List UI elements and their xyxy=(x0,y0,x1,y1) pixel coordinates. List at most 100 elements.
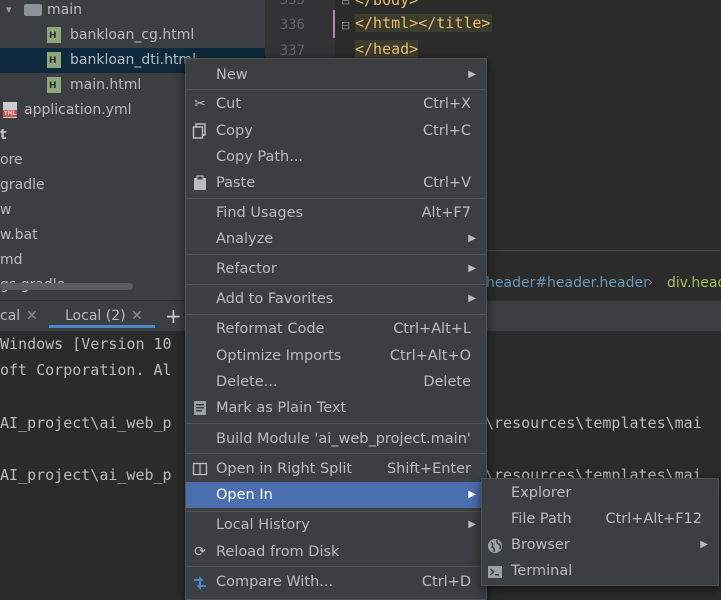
menu-item-analyze[interactable]: Analyze ▶ xyxy=(186,226,486,252)
submenu-item-explorer[interactable]: Explorer xyxy=(482,480,718,506)
menu-item-open-in[interactable]: Open In ▶ xyxy=(186,482,486,508)
menu-item-label: Reformat Code xyxy=(216,321,325,337)
menu-item-shortcut: Ctrl+C xyxy=(422,123,471,139)
tree-item-label: w xyxy=(0,202,12,218)
menu-item-new[interactable]: New ▶ xyxy=(186,62,486,88)
html-file-icon xyxy=(47,52,61,68)
menu-item-label: Build Module 'ai_web_project.main' xyxy=(216,431,471,447)
add-terminal-button[interactable]: + xyxy=(165,301,182,331)
tree-item-label: gradle xyxy=(0,177,45,193)
menu-separator xyxy=(186,423,486,424)
menu-item-compare-with[interactable]: Compare With... Ctrl+D xyxy=(186,569,486,595)
menu-item-label: Compare With... xyxy=(216,574,334,590)
menu-item-label: Local History xyxy=(216,517,310,533)
menu-item-label: Open In xyxy=(216,487,273,503)
folder-icon xyxy=(24,4,42,16)
plain-text-icon xyxy=(192,400,208,416)
menu-item-copy[interactable]: Copy Ctrl+C xyxy=(186,118,486,144)
submenu-item-file-path[interactable]: File Path Ctrl+Alt+F12 xyxy=(482,506,718,532)
menu-item-label: Terminal xyxy=(511,563,573,579)
menu-item-label: Copy Path... xyxy=(216,149,304,165)
tree-item-main-folder[interactable]: ▾ main xyxy=(0,0,265,23)
tab-label: Local (2) xyxy=(65,308,126,324)
submenu-item-terminal[interactable]: Terminal xyxy=(482,558,718,584)
menu-item-shortcut: Ctrl+Alt+O xyxy=(389,348,471,364)
code-line[interactable]: </body> xyxy=(355,0,418,9)
menu-item-label: Reload from Disk xyxy=(216,544,340,560)
submenu-arrow-icon: ▶ xyxy=(700,539,708,550)
breadcrumb-separator-icon: › xyxy=(648,275,653,289)
menu-item-label: Browser xyxy=(511,537,570,553)
compare-icon xyxy=(192,574,208,590)
menu-item-delete[interactable]: Delete... Delete xyxy=(186,369,486,395)
menu-item-build-module[interactable]: Build Module 'ai_web_project.main' xyxy=(186,426,486,452)
terminal-tab-active[interactable]: Local (2) ✕ xyxy=(49,301,155,328)
menu-item-label: Refactor xyxy=(216,261,277,277)
menu-item-label: Optimize Imports xyxy=(216,348,342,364)
fold-icon[interactable]: ⊟ xyxy=(341,19,350,32)
tree-item-label: application.yml xyxy=(24,102,132,118)
tree-item-label: w.bat xyxy=(0,227,38,243)
tab-label: cal xyxy=(0,308,21,324)
menu-item-reload-from-disk[interactable]: ⟳ Reload from Disk xyxy=(186,539,486,565)
menu-separator xyxy=(186,566,486,567)
submenu-arrow-icon: ▶ xyxy=(468,69,476,80)
menu-item-open-in-right-split[interactable]: Open in Right Split Shift+Enter xyxy=(186,456,486,482)
menu-item-local-history[interactable]: Local History ▶ xyxy=(186,512,486,538)
code-line[interactable]: </head> xyxy=(355,40,419,58)
terminal-line: Windows [Version 10 xyxy=(0,335,172,353)
menu-separator xyxy=(186,89,486,90)
chevron-down-icon[interactable]: ▾ xyxy=(6,0,12,22)
menu-item-label: Find Usages xyxy=(216,205,304,221)
menu-item-refactor[interactable]: Refactor ▶ xyxy=(186,256,486,282)
menu-item-label: Explorer xyxy=(511,485,572,501)
breadcrumb-item[interactable]: header#header.header xyxy=(486,275,649,291)
menu-item-shortcut: Ctrl+X xyxy=(423,96,471,112)
terminal-line: oft Corporation. Al xyxy=(0,361,172,379)
menu-separator xyxy=(186,453,486,454)
menu-item-reformat-code[interactable]: Reformat Code Ctrl+Alt+L xyxy=(186,316,486,342)
line-number: 337 xyxy=(279,43,305,59)
menu-separator xyxy=(186,284,486,285)
context-menu: New ▶ ✂ Cut Ctrl+X Copy Ctrl+C Copy Path… xyxy=(185,58,487,600)
change-marker xyxy=(333,10,335,38)
code-line[interactable]: </html></title> xyxy=(355,14,493,32)
terminal-line: \resources\templates\mai xyxy=(485,414,702,432)
submenu-arrow-icon: ▶ xyxy=(468,489,476,500)
menu-item-shortcut: Ctrl+Alt+L xyxy=(393,321,471,337)
terminal-icon xyxy=(487,563,503,579)
breadcrumb-item[interactable]: div.head xyxy=(667,275,721,291)
close-icon[interactable]: ✕ xyxy=(131,301,143,331)
menu-item-copy-path[interactable]: Copy Path... xyxy=(186,144,486,170)
fold-icon[interactable]: ⊟ xyxy=(341,0,350,7)
menu-item-add-to-favorites[interactable]: Add to Favorites ▶ xyxy=(186,286,486,312)
menu-item-mark-as-plain-text[interactable]: Mark as Plain Text xyxy=(186,395,486,421)
tree-item-bankloan-cg[interactable]: bankloan_cg.html xyxy=(0,23,265,48)
menu-item-optimize-imports[interactable]: Optimize Imports Ctrl+Alt+O xyxy=(186,343,486,369)
menu-item-find-usages[interactable]: Find Usages Alt+F7 xyxy=(186,200,486,226)
terminal-tab[interactable]: cal ✕ xyxy=(0,301,48,331)
tree-item-label: ore xyxy=(0,152,23,168)
close-icon[interactable]: ✕ xyxy=(26,301,38,331)
tree-horizontal-scrollbar[interactable] xyxy=(0,283,133,290)
tree-item-label: bankloan_cg.html xyxy=(70,27,195,43)
split-icon xyxy=(192,461,208,477)
submenu-arrow-icon: ▶ xyxy=(468,233,476,244)
menu-item-shortcut: Shift+Enter xyxy=(386,461,471,477)
menu-item-cut[interactable]: ✂ Cut Ctrl+X xyxy=(186,91,486,117)
scissors-icon: ✂ xyxy=(194,96,206,112)
terminal-line: AI_project\ai_web_p xyxy=(0,466,172,484)
menu-item-shortcut: Delete xyxy=(423,374,471,390)
open-in-submenu: Explorer File Path Ctrl+Alt+F12 Browser … xyxy=(481,478,719,586)
yml-file-icon: YML xyxy=(3,102,18,118)
paste-icon xyxy=(192,175,208,191)
submenu-item-browser[interactable]: Browser ▶ xyxy=(482,532,718,558)
menu-item-label: Copy xyxy=(216,123,253,139)
menu-item-shortcut: Ctrl+Alt+F12 xyxy=(605,511,702,527)
html-file-icon xyxy=(47,27,61,43)
tree-item-label: main.html xyxy=(70,77,142,93)
menu-item-label: Delete... xyxy=(216,374,278,390)
line-number: 336 xyxy=(279,17,305,33)
menu-item-paste[interactable]: Paste Ctrl+V xyxy=(186,170,486,196)
menu-item-label: Analyze xyxy=(216,231,274,247)
